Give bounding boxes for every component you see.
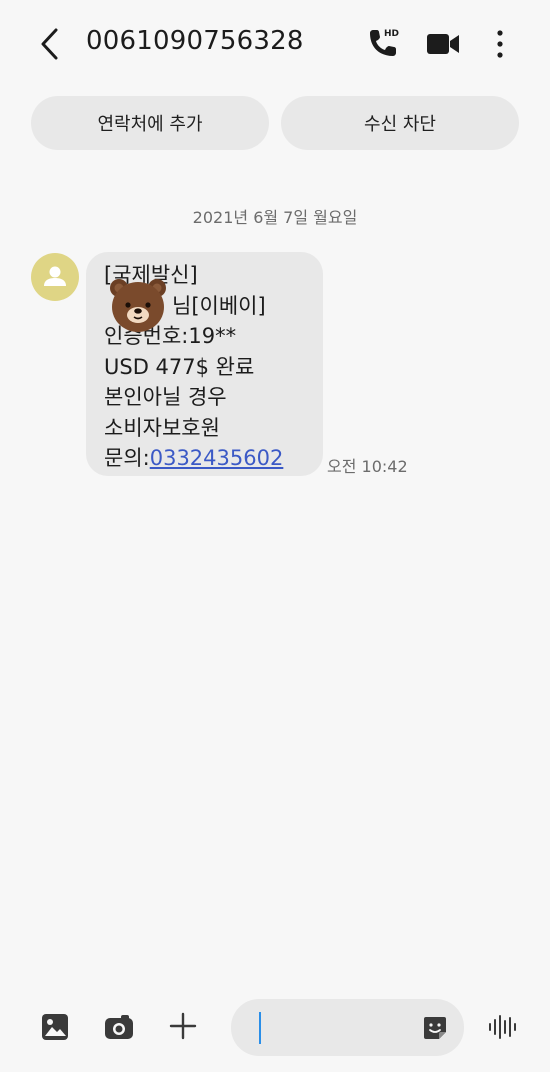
phone-number-link[interactable]: 0332435602 bbox=[150, 446, 284, 470]
person-icon bbox=[44, 266, 66, 286]
bear-sticker-icon bbox=[105, 275, 171, 335]
date-separator: 2021년 6월 7일 월요일 bbox=[192, 208, 358, 227]
message-line: 본인아닐 경우 bbox=[104, 385, 227, 409]
add-to-contacts-button[interactable]: 연락처에 추가 bbox=[31, 96, 269, 150]
message-line: USD 477$ 완료 bbox=[104, 354, 255, 379]
message-line: 문의:0332435602 bbox=[104, 443, 305, 474]
sticker-emoji-icon[interactable] bbox=[421, 1014, 449, 1042]
conversation-header: 0061090756328 HD bbox=[0, 14, 550, 74]
text-cursor bbox=[259, 1012, 261, 1044]
hd-call-icon[interactable]: HD bbox=[362, 24, 402, 64]
messages-screen: 0061090756328 HD 연락처에 추가 수신 차단 2021년 6월 … bbox=[0, 0, 550, 1072]
block-number-button[interactable]: 수신 차단 bbox=[281, 96, 519, 150]
hd-badge: HD bbox=[384, 29, 399, 39]
add-attachment-icon[interactable] bbox=[167, 1010, 199, 1042]
more-options-icon[interactable] bbox=[488, 24, 512, 64]
message-line: 소비자보호원 bbox=[104, 415, 220, 440]
message-timestamp: 오전 10:42 bbox=[327, 457, 408, 476]
inquiry-prefix: 문의: bbox=[104, 446, 150, 470]
message-input[interactable] bbox=[257, 1009, 407, 1045]
voice-input-icon[interactable] bbox=[487, 1013, 519, 1041]
message-input-container[interactable] bbox=[231, 999, 464, 1056]
sender-avatar[interactable] bbox=[31, 253, 79, 301]
contact-number-title: 0061090756328 bbox=[86, 26, 304, 56]
camera-icon[interactable] bbox=[103, 1013, 135, 1041]
video-call-icon[interactable] bbox=[424, 26, 462, 62]
gallery-icon[interactable] bbox=[40, 1012, 70, 1042]
back-arrow-icon[interactable] bbox=[34, 24, 70, 64]
